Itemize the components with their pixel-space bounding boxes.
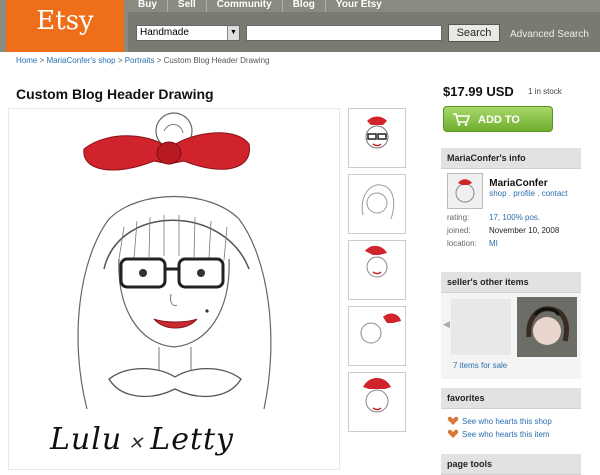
stock-count: 1 in stock xyxy=(528,87,562,96)
listing-title: Custom Blog Header Drawing xyxy=(16,86,214,102)
rating-value[interactable]: 17, 100% pos. xyxy=(489,213,540,222)
other-item-image xyxy=(517,297,577,357)
thumbnail-1[interactable] xyxy=(348,108,406,168)
thumbnail-3[interactable] xyxy=(348,240,406,300)
avatar-image xyxy=(455,179,475,203)
hearts-item-link[interactable]: See who hearts this item xyxy=(447,429,575,439)
hearts-item-label: See who hearts this item xyxy=(462,429,550,439)
nav-buy[interactable]: Buy xyxy=(128,0,167,12)
search-bar: Handmade ▼ Search Advanced Search xyxy=(128,12,600,52)
bow-icon: ✕ xyxy=(128,433,145,454)
breadcrumb-shop[interactable]: MariaConfer's shop xyxy=(46,56,115,65)
top-nav: Buy Sell Community Blog Your Etsy xyxy=(128,0,392,12)
hearts-shop-link[interactable]: See who hearts this shop xyxy=(447,416,575,426)
heart-icon xyxy=(447,429,459,438)
thumbnail-image xyxy=(361,184,395,220)
hearts-shop-label: See who hearts this shop xyxy=(462,416,552,426)
thumbnail-4[interactable] xyxy=(348,306,406,366)
joined-value: November 10, 2008 xyxy=(489,226,560,235)
portrait-drawing xyxy=(77,112,272,410)
items-for-sale-link[interactable]: 7 items for sale xyxy=(453,361,507,370)
breadcrumb-sep: > xyxy=(154,56,164,65)
page-tools-panel: page tools xyxy=(441,454,581,475)
favorites-header: favorites xyxy=(441,388,581,409)
advanced-search-link[interactable]: Advanced Search xyxy=(510,29,589,40)
etsy-logo[interactable]: Etsy xyxy=(6,0,124,52)
cart-icon xyxy=(453,113,470,126)
other-item-thumbnail[interactable] xyxy=(517,297,577,357)
site-header: Etsy Buy Sell Community Blog Your Etsy H… xyxy=(0,0,600,52)
thumbnail-image xyxy=(365,245,388,278)
search-input[interactable] xyxy=(246,25,442,41)
breadcrumb-section[interactable]: Portraits xyxy=(125,56,155,65)
thumbnail-2[interactable] xyxy=(348,174,406,234)
rating-label: rating: xyxy=(447,213,470,222)
breadcrumb-sep: > xyxy=(115,56,125,65)
heart-icon xyxy=(447,416,459,425)
signature-text: Lulu ✕ Letty xyxy=(50,422,234,457)
location-value[interactable]: MI xyxy=(489,239,498,248)
avatar[interactable] xyxy=(447,173,483,209)
signature-left: Lulu xyxy=(50,422,123,457)
other-items-panel: seller's other items ◀ 7 items for sale xyxy=(441,272,581,379)
search-category-value: Handmade xyxy=(140,27,189,38)
add-to-cart-button[interactable]: ADD TO CART xyxy=(443,106,553,152)
main-listing-image[interactable] xyxy=(8,108,340,470)
favorites-panel: favorites See who hearts this shop See w… xyxy=(441,388,581,459)
thumbnail-image xyxy=(365,116,389,149)
seller-info-panel: MariaConfer's info MariaConfer shop . pr… xyxy=(441,148,581,281)
chevron-down-icon[interactable]: ▼ xyxy=(227,26,239,40)
nav-sell[interactable]: Sell xyxy=(166,0,206,12)
breadcrumb: Home > MariaConfer's shop > Portraits > … xyxy=(16,56,269,65)
search-button[interactable]: Search xyxy=(448,24,500,42)
nav-community[interactable]: Community xyxy=(205,0,282,12)
breadcrumb-current: Custom Blog Header Drawing xyxy=(163,56,270,65)
thumbnail-image xyxy=(363,378,391,413)
seller-info-header: MariaConfer's info xyxy=(441,148,581,169)
seller-name[interactable]: MariaConfer xyxy=(489,178,567,189)
joined-label: joined: xyxy=(447,226,471,235)
listing-price: $17.99 USD xyxy=(443,84,514,99)
other-item-thumbnail[interactable] xyxy=(451,299,511,355)
chevron-left-icon[interactable]: ◀ xyxy=(443,319,450,330)
signature-right: Letty xyxy=(150,422,235,457)
thumbnail-5[interactable] xyxy=(348,372,406,432)
nav-blog[interactable]: Blog xyxy=(281,0,325,12)
breadcrumb-home[interactable]: Home xyxy=(16,56,37,65)
seller-links[interactable]: shop . profile . contact xyxy=(489,189,567,198)
location-label: location: xyxy=(447,239,477,248)
page-tools-header: page tools xyxy=(441,454,581,475)
thumbnail-image xyxy=(360,313,401,344)
other-items-header: seller's other items xyxy=(441,272,581,293)
search-category-select[interactable]: Handmade ▼ xyxy=(136,25,240,41)
add-to-cart-label: ADD TO CART xyxy=(478,114,520,152)
nav-your-etsy[interactable]: Your Etsy xyxy=(324,0,392,12)
seller-name-block: MariaConfer shop . profile . contact xyxy=(489,173,567,198)
